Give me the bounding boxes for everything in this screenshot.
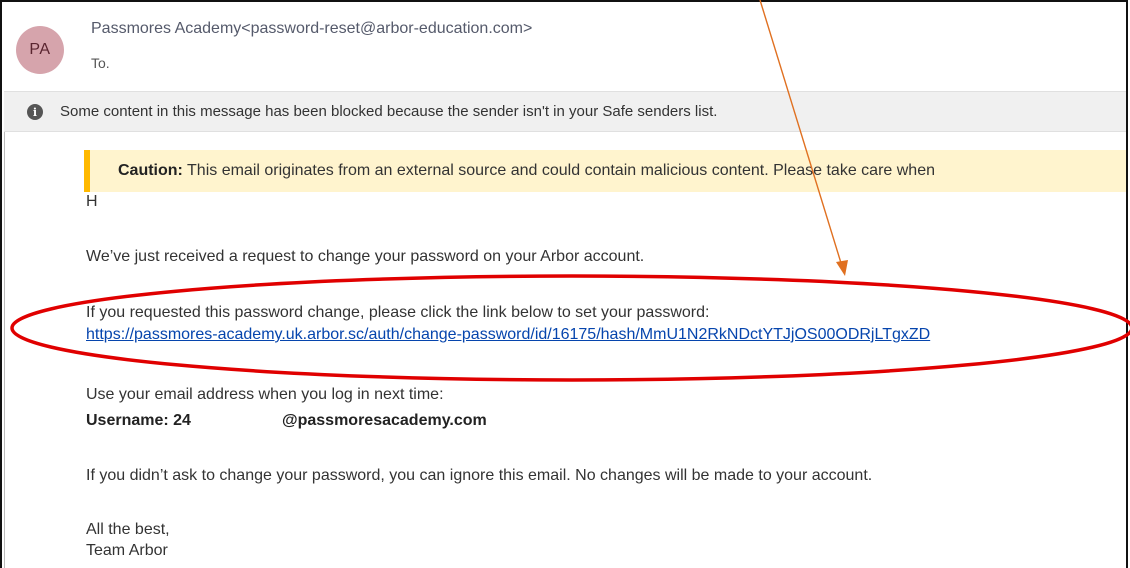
reset-link-container: https://passmores-academy.uk.arbor.sc/au…	[86, 326, 930, 344]
username-label: Username: 24	[86, 412, 191, 429]
info-icon: i	[27, 104, 43, 120]
blocked-content-text: Some content in this message has been bl…	[60, 103, 718, 120]
blocked-content-banner: i Some content in this message has been …	[4, 91, 1126, 132]
caution-text: This email originates from an external s…	[182, 162, 935, 179]
caution-banner: Caution: This email originates from an e…	[84, 150, 1126, 192]
body-line-username-hint: Use your email address when you log in n…	[86, 386, 444, 403]
body-line-instructions: If you requested this password change, p…	[86, 304, 710, 321]
message-body	[4, 132, 1126, 568]
caution-label: Caution:	[118, 162, 183, 179]
email-reading-pane: PA Passmores Academy<password-reset@arbo…	[0, 0, 1128, 568]
password-reset-link[interactable]: https://passmores-academy.uk.arbor.sc/au…	[86, 326, 930, 343]
body-line-ignore: If you didn’t ask to change your passwor…	[86, 467, 873, 484]
signoff: All the best,	[86, 521, 170, 538]
sender-avatar[interactable]: PA	[16, 26, 64, 74]
sender-name[interactable]: Passmores Academy<password-reset@arbor-e…	[91, 20, 532, 38]
recipient-line: To.	[91, 55, 110, 71]
username-domain: @passmoresacademy.com	[282, 412, 487, 429]
signature: Team Arbor	[86, 542, 168, 559]
body-line-request: We’ve just received a request to change …	[86, 248, 645, 265]
greeting: H	[86, 193, 98, 210]
